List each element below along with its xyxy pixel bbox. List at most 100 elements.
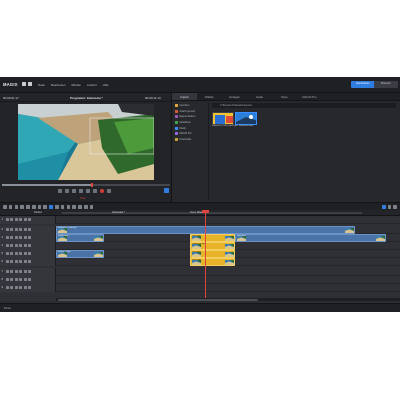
folder-item[interactable]: Downloads: [175, 137, 208, 143]
lock-icon[interactable]: [14, 270, 18, 273]
solo-icon[interactable]: [10, 244, 14, 247]
visibility-icon[interactable]: [19, 228, 23, 231]
media-tab-3[interactable]: Audio: [247, 93, 272, 100]
burn-button[interactable]: Brennen: [374, 81, 398, 88]
solo-icon[interactable]: [10, 236, 14, 239]
mute-icon[interactable]: [6, 260, 9, 263]
keyframe-icon[interactable]: [89, 205, 94, 209]
timeline-clip[interactable]: Intro.mp4: [190, 234, 235, 242]
menu-file[interactable]: Datei: [38, 83, 45, 87]
timeline-clip[interactable]: Pano.mp4: [190, 258, 235, 266]
link-icon[interactable]: [60, 205, 65, 209]
volume-icon[interactable]: [27, 286, 31, 289]
fx-icon[interactable]: [23, 236, 27, 239]
zoom-in-icon[interactable]: [66, 205, 71, 209]
timeline-clip[interactable]: Indonesia.mp4: [190, 242, 235, 250]
volume-icon[interactable]: [27, 236, 31, 239]
timeline-clip[interactable]: Insel.mp4: [190, 250, 235, 258]
lock-icon[interactable]: [14, 286, 18, 289]
track-header[interactable]: 4: [0, 242, 56, 250]
volume-icon[interactable]: [27, 278, 31, 281]
solo-icon[interactable]: [10, 252, 14, 255]
volume-icon[interactable]: [27, 252, 31, 255]
step-forward-icon[interactable]: [86, 189, 90, 193]
visibility-icon[interactable]: [19, 278, 23, 281]
snap-icon[interactable]: [49, 205, 53, 209]
step-back-icon[interactable]: [65, 189, 69, 193]
media-tab-5[interactable]: MAGIX Pro: [297, 93, 322, 100]
volume-icon[interactable]: [27, 244, 31, 247]
group-icon[interactable]: [55, 205, 59, 209]
solo-icon[interactable]: [10, 278, 14, 281]
mouse-mode-icon[interactable]: [31, 205, 36, 209]
menu-edit[interactable]: Bearbeiten: [51, 83, 66, 87]
redo-icon[interactable]: [8, 205, 13, 209]
fx-icon[interactable]: [23, 228, 27, 231]
zoom-icon[interactable]: [393, 205, 397, 209]
track-header[interactable]: 1: [0, 216, 56, 224]
visibility-icon[interactable]: [19, 218, 23, 221]
split-icon[interactable]: [26, 205, 30, 209]
preview-scrubber[interactable]: [2, 183, 170, 187]
solo-icon[interactable]: [10, 286, 14, 289]
lock-icon[interactable]: [14, 236, 18, 239]
cut-icon[interactable]: [14, 205, 19, 209]
lock-icon[interactable]: [14, 252, 18, 255]
fx-icon[interactable]: [23, 270, 27, 273]
mute-icon[interactable]: [6, 270, 9, 273]
video-frame[interactable]: [18, 104, 154, 180]
timeline-clip[interactable]: Strand.mp4: [56, 234, 105, 242]
visibility-icon[interactable]: [19, 252, 23, 255]
visibility-icon[interactable]: [19, 244, 23, 247]
media-thumbnail[interactable]: Indonesia.mp4: [235, 112, 257, 130]
jump-end-icon[interactable]: [93, 189, 97, 193]
lock-icon[interactable]: [14, 260, 18, 263]
mute-icon[interactable]: [6, 228, 9, 231]
timeline-clip[interactable]: Wald.mp4: [234, 234, 387, 242]
delete-icon[interactable]: [20, 205, 24, 209]
media-tab-2[interactable]: Vorlagen: [222, 93, 247, 100]
solo-icon[interactable]: [10, 270, 14, 273]
lock-icon[interactable]: [14, 228, 18, 231]
timeline-mode-icon[interactable]: [382, 205, 386, 209]
fx-icon[interactable]: [23, 286, 27, 289]
new-project-icon[interactable]: [22, 82, 26, 86]
lock-icon[interactable]: [14, 278, 18, 281]
undo-icon[interactable]: [3, 205, 7, 209]
menu-help[interactable]: Hilfe: [103, 83, 109, 87]
solo-icon[interactable]: [10, 218, 14, 221]
path-bar[interactable]: C:\Benutzer\Videos\Indonesia: [212, 103, 396, 108]
mute-icon[interactable]: [6, 286, 9, 289]
mute-icon[interactable]: [6, 278, 9, 281]
mute-icon[interactable]: [6, 244, 9, 247]
save-icon[interactable]: [28, 82, 32, 86]
zoom-out-icon[interactable]: [72, 205, 76, 209]
track-header[interactable]: 8: [0, 276, 56, 284]
stop-icon[interactable]: [72, 189, 76, 193]
fx-icon[interactable]: [23, 260, 27, 263]
export-button[interactable]: Exportieren: [351, 81, 375, 88]
mute-icon[interactable]: [6, 236, 9, 239]
fullscreen-button[interactable]: [164, 188, 169, 193]
fx-icon[interactable]: [23, 218, 27, 221]
menu-effects[interactable]: Effekte: [72, 83, 81, 87]
audio-icon[interactable]: [83, 205, 88, 209]
visibility-icon[interactable]: [19, 286, 23, 289]
track-header[interactable]: 5: [0, 250, 56, 258]
volume-icon[interactable]: [27, 218, 31, 221]
scroll-thumb[interactable]: [58, 298, 258, 301]
fx-icon[interactable]: [23, 252, 27, 255]
playhead-handle[interactable]: [202, 210, 209, 213]
track-header[interactable]: 2: [0, 226, 56, 234]
media-thumbnail[interactable]: Indonesia_Cafe_mp4.mp4: [212, 112, 238, 130]
timeline-clip[interactable]: Strand_2.mp4: [56, 250, 105, 258]
fx-icon[interactable]: [23, 278, 27, 281]
solo-icon[interactable]: [10, 228, 14, 231]
solo-icon[interactable]: [10, 260, 14, 263]
scrubber-handle[interactable]: [91, 183, 93, 187]
play-icon[interactable]: [79, 189, 83, 193]
lock-icon[interactable]: [14, 218, 18, 221]
marker-icon[interactable]: [43, 205, 48, 209]
playhead[interactable]: [205, 210, 206, 301]
track-header[interactable]: 6: [0, 258, 56, 266]
